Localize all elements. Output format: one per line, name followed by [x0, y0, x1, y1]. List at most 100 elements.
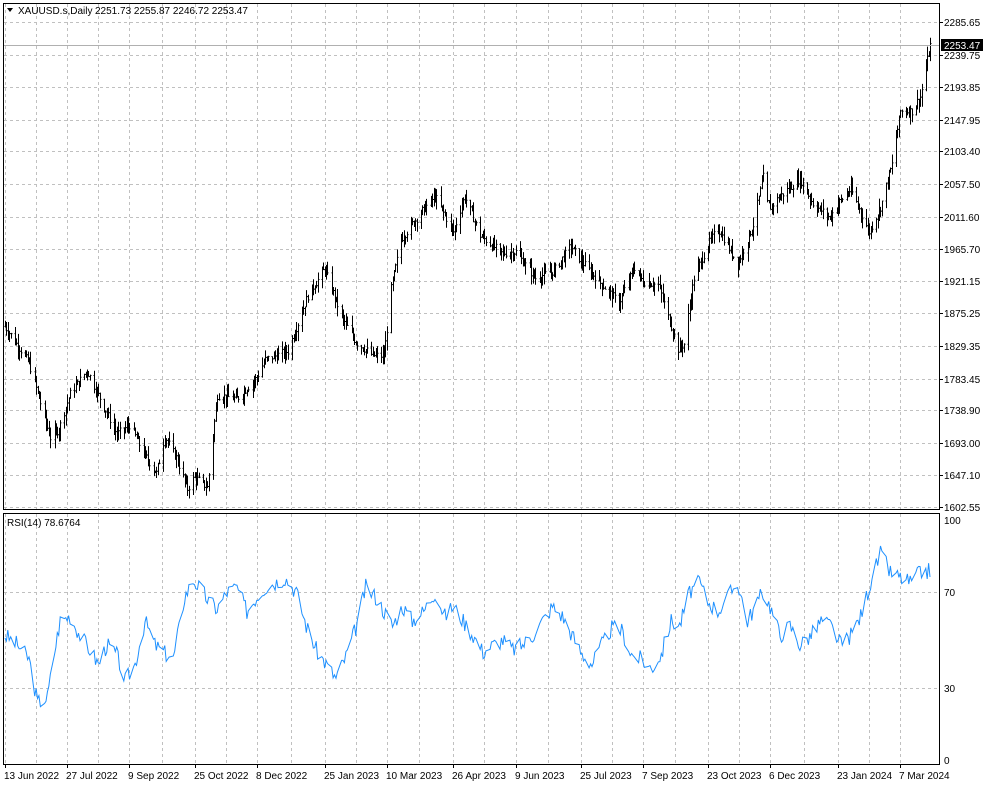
- ohlc-bar: [93, 370, 96, 394]
- price-tick-label: 1875.25: [944, 309, 981, 320]
- ohlc-bar: [614, 283, 617, 303]
- ohlc-bar: [317, 272, 320, 293]
- ohlc-bar: [218, 393, 221, 401]
- ohlc-bar: [505, 245, 508, 259]
- time-tick-label: 27 Jul 2022: [66, 771, 118, 782]
- collapse-triangle-icon[interactable]: [7, 8, 13, 12]
- time-tick-label: 23 Jan 2024: [837, 771, 892, 782]
- price-tick-label: 2193.85: [944, 83, 981, 94]
- ohlc-bar: [683, 343, 686, 353]
- ohlc-bar: [604, 286, 607, 290]
- ohlc-bar: [916, 89, 919, 110]
- price-tick-label: 2057.50: [944, 180, 981, 191]
- ohlc-bar: [459, 205, 462, 234]
- time-tick-label: 6 Dec 2023: [769, 771, 821, 782]
- ohlc-bar: [667, 296, 670, 320]
- ohlc-bar: [752, 217, 755, 241]
- ohlc-bar: [247, 386, 250, 393]
- price-tick-label: 1783.45: [944, 375, 981, 386]
- ohlc-bar: [10, 332, 13, 339]
- last-price-marker: 2253.47: [4, 39, 983, 52]
- ohlc-bar: [713, 224, 716, 244]
- price-tick-label: 2103.40: [944, 147, 981, 158]
- ohlc-bar: [305, 290, 308, 308]
- ohlc-bar: [155, 466, 158, 479]
- ohlc-bar: [172, 433, 175, 453]
- price-tick-label: 1738.90: [944, 406, 981, 417]
- rsi-tick-label: 0: [944, 756, 950, 767]
- rsi-title: RSI(14) 78.6764: [7, 518, 81, 529]
- time-tick-label: 25 Oct 2022: [194, 771, 249, 782]
- ohlc-bar: [588, 254, 591, 271]
- price-tick-label: 1829.35: [944, 342, 981, 353]
- ohlc-bar: [380, 346, 383, 363]
- time-tick-label: 10 Mar 2023: [386, 771, 443, 782]
- price-tick-label: 1602.55: [944, 503, 981, 514]
- ohlc-bar: [594, 270, 597, 289]
- ohlc-bar: [158, 459, 161, 465]
- rsi-tick-label: 30: [944, 684, 956, 695]
- ohlc-bar: [264, 350, 267, 365]
- price-ohlc-bars: [4, 37, 932, 499]
- chart-window: 1602.55 1647.10 1693.00 1738.90 1783.45 1829.…: [3, 3, 983, 782]
- ohlc-bar: [20, 347, 23, 359]
- ohlc-bar: [660, 284, 663, 303]
- time-tick-label: 13 Jun 2022: [4, 771, 59, 782]
- ohlc-bar: [63, 412, 66, 429]
- rsi-tick-label: 70: [944, 588, 956, 599]
- ohlc-bar: [182, 461, 185, 478]
- ohlc-bar: [281, 341, 284, 363]
- time-tick-label: 9 Sep 2022: [128, 771, 180, 782]
- ohlc-bar: [370, 341, 373, 356]
- chart-title: XAUUSD.s,Daily: [18, 6, 92, 17]
- ohlc-bar: [396, 249, 399, 273]
- ohlc-bar: [759, 186, 762, 197]
- ohlc-bar: [865, 208, 868, 228]
- ohlc-bar: [657, 276, 660, 292]
- rsi-axis: 0 30 70 100: [944, 516, 961, 767]
- price-tick-label: 1921.15: [944, 277, 981, 288]
- ohlc-bar: [822, 199, 825, 220]
- ohlc-bar: [786, 182, 789, 203]
- rsi-line-layer: [4, 545, 931, 708]
- price-tick-label: 2147.95: [944, 116, 981, 127]
- ohlc-bar: [687, 303, 690, 351]
- time-tick-label: 9 Jun 2023: [515, 771, 565, 782]
- price-tick-label: 1647.10: [944, 471, 981, 482]
- ohlc-bar: [297, 323, 300, 342]
- ohlc-bar: [406, 231, 409, 242]
- ohlc-bar: [855, 186, 858, 203]
- ohlc-bar: [792, 184, 795, 198]
- ohlc-bar: [69, 387, 72, 399]
- price-tick-label: 2285.65: [944, 18, 981, 29]
- price-tick-label: 1965.70: [944, 245, 981, 256]
- ohlc-bar: [188, 485, 191, 499]
- ohlc-bar: [489, 236, 492, 248]
- ohlc-bar: [599, 276, 602, 290]
- ohlc-bar: [68, 397, 71, 411]
- ohlc-bar: [360, 344, 363, 355]
- ohlc-bar: [485, 236, 488, 247]
- ohlc-bar: [584, 252, 587, 267]
- ohlc-bar: [440, 186, 443, 208]
- ohlc-bar: [782, 193, 785, 205]
- time-axis: 13 Jun 2022 27 Jul 2022 9 Sep 2022 25 Oct 2…: [4, 764, 950, 782]
- ohlc-bar: [929, 37, 932, 62]
- ohlc-bar: [926, 46, 929, 72]
- ohlc-bar: [261, 357, 264, 378]
- time-tick-label: 7 Mar 2024: [899, 771, 950, 782]
- ohlc-bar: [558, 262, 561, 268]
- time-tick-label: 23 Oct 2023: [707, 771, 762, 782]
- ohlc-bar: [73, 383, 76, 398]
- rsi-grid: [4, 514, 939, 764]
- ohlc-bar: [881, 200, 884, 217]
- last-price-label: 2253.47: [944, 41, 981, 52]
- ohlc-bar: [510, 243, 513, 264]
- ohlc-bar: [901, 109, 904, 118]
- ohlc-bar: [479, 216, 482, 243]
- ohlc-bar: [574, 244, 577, 256]
- price-tick-label: 1693.00: [944, 439, 981, 450]
- ohlc-bar: [776, 193, 779, 214]
- ohlc-bar: [390, 281, 393, 334]
- ohlc-bar: [304, 306, 307, 316]
